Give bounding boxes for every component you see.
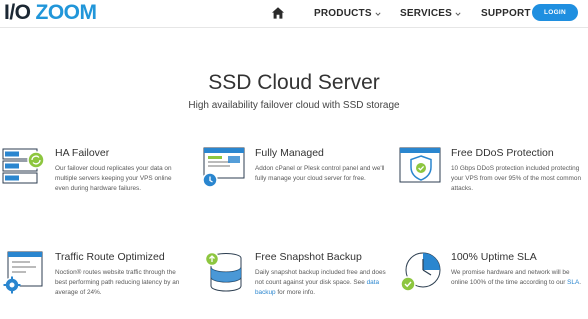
top-navbar: I/O ZOOM PRODUCTS SERVICES SUPPORT LOGIN: [0, 0, 588, 28]
feature-description-text-end: .: [579, 279, 582, 287]
feature-title: Traffic Route Optimized: [55, 251, 165, 263]
feature-description: Our failover cloud replicates your data …: [55, 165, 172, 193]
sla-link[interactable]: SLA: [567, 279, 579, 286]
server-failover-icon: [2, 148, 45, 184]
route-gear-icon: [3, 251, 43, 294]
uptime-clock-icon: [400, 252, 441, 292]
database-backup-icon: [204, 251, 242, 292]
feature-description: Daily snapshot backup included free and …: [255, 268, 387, 299]
page-title: SSD Cloud Server: [208, 71, 380, 94]
feature-description: We promise hardware and network will be …: [451, 268, 583, 288]
logo-zoom-text: ZOOM: [35, 1, 98, 24]
nav-support-label: SUPPORT: [481, 8, 531, 19]
feature-description: Addon cPanel or Plesk control panel and …: [255, 165, 385, 183]
shield-icon: [399, 147, 441, 183]
page-subtitle: High availability failover cloud with SS…: [188, 100, 400, 111]
chevron-down-icon: [375, 11, 381, 16]
nav-services-label: SERVICES: [400, 8, 452, 19]
chevron-down-icon: [455, 11, 461, 16]
feature-title: Free DDoS Protection: [451, 147, 554, 159]
feature-title: 100% Uptime SLA: [451, 251, 537, 263]
logo-io-text: I/O: [4, 1, 31, 24]
home-icon[interactable]: [271, 6, 285, 20]
io-zoom-logo[interactable]: I/O ZOOM: [4, 1, 98, 24]
managed-window-icon: [202, 147, 245, 188]
nav-products[interactable]: PRODUCTS: [314, 8, 381, 19]
nav-services[interactable]: SERVICES: [400, 8, 461, 19]
feature-description-text-end: for more info.: [275, 289, 316, 297]
nav-support[interactable]: SUPPORT: [481, 8, 531, 19]
feature-description: 10 Gbps DDoS protection included protect…: [451, 165, 581, 193]
feature-title: HA Failover: [55, 147, 110, 159]
feature-description-text: We promise hardware and network will be …: [451, 269, 570, 287]
feature-title: Fully Managed: [255, 147, 324, 159]
feature-description: Noction® routes website traffic through …: [55, 269, 180, 297]
feature-title: Free Snapshot Backup: [255, 251, 362, 263]
login-button[interactable]: LOGIN: [532, 4, 578, 21]
nav-products-label: PRODUCTS: [314, 8, 372, 19]
